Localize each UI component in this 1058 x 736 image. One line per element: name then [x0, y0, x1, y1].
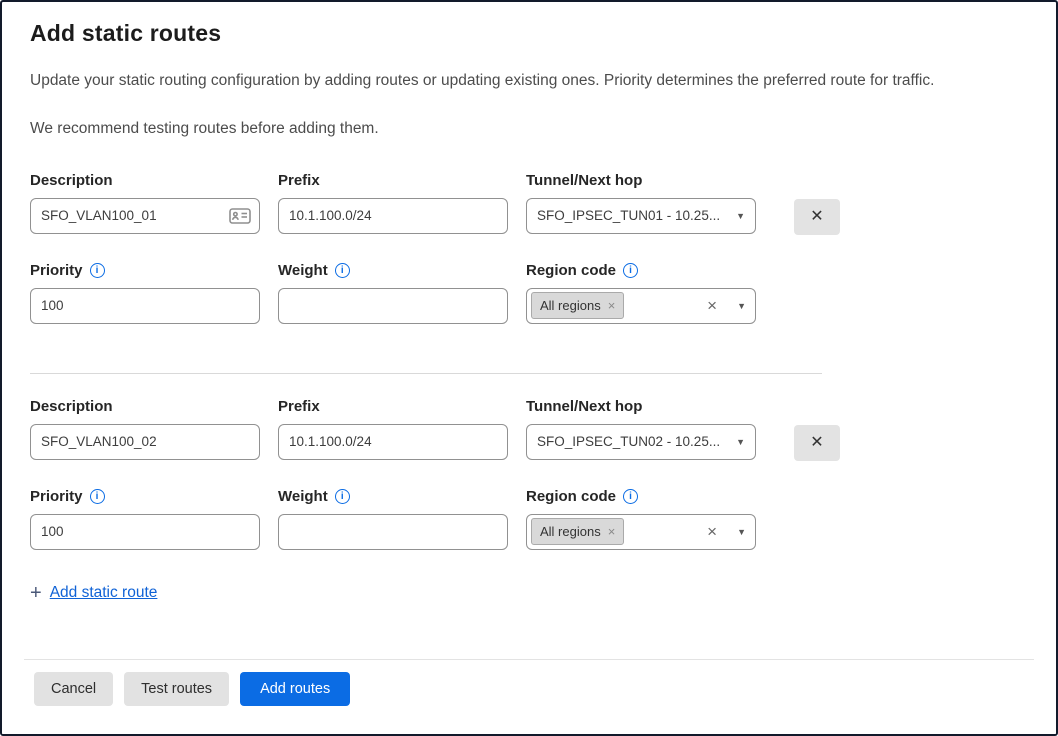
route-divider: [30, 373, 822, 374]
chevron-down-icon: ▼: [737, 527, 746, 537]
dialog-description: Update your static routing configuration…: [30, 71, 1028, 92]
tunnel-select-value: SFO_IPSEC_TUN01 - 10.25...: [537, 208, 728, 223]
description-label: Description: [30, 398, 260, 415]
page-title: Add static routes: [30, 20, 1028, 47]
region-multiselect[interactable]: All regions × × ▼: [526, 514, 756, 550]
tunnel-select[interactable]: SFO_IPSEC_TUN02 - 10.25... ▼: [526, 424, 756, 460]
cancel-button[interactable]: Cancel: [34, 672, 113, 706]
clear-selection-icon[interactable]: ×: [707, 297, 717, 314]
prefix-input[interactable]: [278, 424, 508, 460]
region-field-group: Region code i All regions × × ▼: [526, 262, 756, 324]
tunnel-field-group: Tunnel/Next hop SFO_IPSEC_TUN02 - 10.25.…: [526, 398, 756, 460]
description-input[interactable]: [30, 198, 260, 234]
close-icon: ✕: [810, 208, 823, 225]
description-input[interactable]: [30, 424, 260, 460]
test-routes-button[interactable]: Test routes: [124, 672, 229, 706]
contact-card-icon: [229, 208, 251, 224]
tunnel-field-group: Tunnel/Next hop SFO_IPSEC_TUN01 - 10.25.…: [526, 172, 756, 234]
prefix-field-group: Prefix: [278, 398, 508, 460]
tag-remove-icon[interactable]: ×: [608, 524, 616, 539]
weight-label: Weight: [278, 262, 328, 279]
info-icon[interactable]: i: [90, 489, 105, 504]
info-icon[interactable]: i: [623, 263, 638, 278]
weight-field-group: Weight i: [278, 488, 508, 550]
info-icon[interactable]: i: [335, 489, 350, 504]
priority-label: Priority: [30, 488, 83, 505]
weight-field-group: Weight i: [278, 262, 508, 324]
chevron-down-icon: ▼: [736, 437, 745, 447]
clear-selection-icon[interactable]: ×: [707, 523, 717, 540]
description-field-group: Description: [30, 172, 260, 234]
tag-remove-icon[interactable]: ×: [608, 298, 616, 313]
add-routes-button[interactable]: Add routes: [240, 672, 350, 706]
close-icon: ✕: [810, 434, 823, 451]
region-multiselect[interactable]: All regions × × ▼: [526, 288, 756, 324]
route-entry-1: Description Prefix Tunnel/Next: [30, 172, 1028, 324]
info-icon[interactable]: i: [623, 489, 638, 504]
chevron-down-icon: ▼: [736, 211, 745, 221]
priority-field-group: Priority i: [30, 488, 260, 550]
region-tag-label: All regions: [540, 524, 601, 539]
region-tag: All regions ×: [531, 518, 624, 545]
tunnel-label: Tunnel/Next hop: [526, 172, 756, 189]
route-entry-2: Description Prefix Tunnel/Next hop SFO_I…: [30, 398, 1028, 550]
tunnel-select[interactable]: SFO_IPSEC_TUN01 - 10.25... ▼: [526, 198, 756, 234]
remove-route-button[interactable]: ✕: [794, 425, 840, 461]
dialog-footer: Cancel Test routes Add routes: [2, 659, 1056, 734]
weight-input[interactable]: [278, 288, 508, 324]
region-tag-label: All regions: [540, 298, 601, 313]
info-icon[interactable]: i: [90, 263, 105, 278]
prefix-label: Prefix: [278, 172, 508, 189]
priority-input[interactable]: [30, 288, 260, 324]
priority-input[interactable]: [30, 514, 260, 550]
description-label: Description: [30, 172, 260, 189]
chevron-down-icon: ▼: [737, 301, 746, 311]
region-field-group: Region code i All regions × × ▼: [526, 488, 756, 550]
add-static-routes-dialog: Add static routes Update your static rou…: [0, 0, 1058, 736]
dialog-note: We recommend testing routes before addin…: [30, 119, 1028, 140]
region-tag: All regions ×: [531, 292, 624, 319]
weight-label: Weight: [278, 488, 328, 505]
tunnel-label: Tunnel/Next hop: [526, 398, 756, 415]
tunnel-select-value: SFO_IPSEC_TUN02 - 10.25...: [537, 434, 728, 449]
priority-label: Priority: [30, 262, 83, 279]
prefix-label: Prefix: [278, 398, 508, 415]
add-static-route-link[interactable]: Add static route: [50, 584, 158, 602]
weight-input[interactable]: [278, 514, 508, 550]
region-code-label: Region code: [526, 488, 616, 505]
remove-route-button[interactable]: ✕: [794, 199, 840, 235]
info-icon[interactable]: i: [335, 263, 350, 278]
region-code-label: Region code: [526, 262, 616, 279]
plus-icon: +: [30, 583, 42, 603]
prefix-input[interactable]: [278, 198, 508, 234]
prefix-field-group: Prefix: [278, 172, 508, 234]
add-static-route-row: + Add static route: [30, 583, 1028, 603]
description-field-group: Description: [30, 398, 260, 460]
priority-field-group: Priority i: [30, 262, 260, 324]
